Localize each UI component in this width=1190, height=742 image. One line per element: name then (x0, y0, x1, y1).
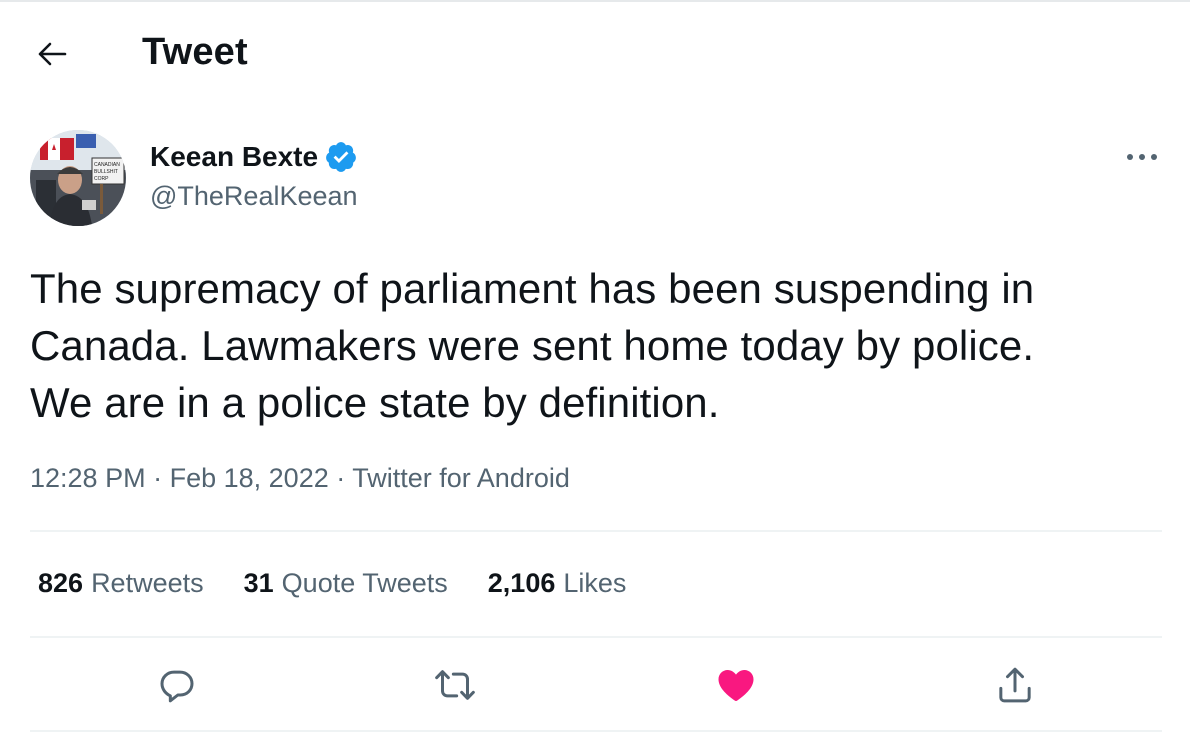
tweet-time[interactable]: 12:28 PM (30, 463, 146, 493)
share-icon (999, 667, 1031, 703)
avatar[interactable]: CANADIAN BULLSHIT CORP (30, 130, 126, 226)
header: Tweet (0, 0, 1190, 108)
avatar-sign-line-3: CORP (94, 176, 109, 182)
quote-tweets-label: Quote Tweets (281, 568, 448, 598)
quote-tweets-stat[interactable]: 31 Quote Tweets (244, 568, 448, 599)
avatar-image: CANADIAN BULLSHIT CORP (30, 130, 126, 226)
page-title: Tweet (142, 31, 248, 73)
back-arrow-icon (38, 42, 67, 66)
more-dots-icon (1127, 154, 1157, 160)
retweets-label: Retweets (91, 568, 204, 598)
tweet-metadata: 12:28 PM · Feb 18, 2022 · Twitter for An… (30, 463, 570, 494)
reply-icon (160, 670, 194, 703)
like-button[interactable] (713, 662, 759, 708)
divider (30, 530, 1162, 532)
reply-button[interactable] (154, 662, 200, 708)
tweet-text: The supremacy of parliament has been sus… (30, 260, 1160, 431)
retweet-icon (435, 670, 475, 700)
meta-separator: · (336, 463, 353, 493)
meta-separator: · (153, 463, 170, 493)
divider (30, 730, 1162, 732)
tweet-text-line-2: Canada. Lawmakers were sent home today b… (30, 322, 1035, 369)
divider (30, 636, 1162, 638)
tweet-page: Tweet CANADIAN BULLSHIT CORP Keean Bexte (0, 0, 1190, 742)
retweets-count: 826 (38, 568, 84, 598)
author-name-text: Keean Bexte (150, 141, 319, 172)
tweet-date[interactable]: Feb 18, 2022 (170, 463, 329, 493)
likes-count: 2,106 (487, 568, 556, 598)
avatar-sign-line-1: CANADIAN (94, 162, 120, 168)
likes-label: Likes (563, 568, 627, 598)
back-button[interactable] (32, 36, 72, 72)
share-button[interactable] (992, 662, 1038, 708)
tweet-text-line-1: The supremacy of parliament has been sus… (30, 265, 1035, 312)
author-name[interactable]: Keean Bexte (150, 140, 358, 174)
engagement-stats: 826 Retweets 31 Quote Tweets 2,106 Likes (38, 568, 666, 599)
likes-stat[interactable]: 2,106 Likes (488, 568, 627, 599)
quote-tweets-count: 31 (243, 568, 274, 598)
retweets-stat[interactable]: 826 Retweets (38, 568, 204, 599)
avatar-sign-line-2: BULLSHIT (94, 169, 118, 175)
more-options-button[interactable] (1122, 140, 1162, 174)
author-handle[interactable]: @TheRealKeean (150, 181, 358, 212)
tweet-text-line-3: We are in a police state by definition. (30, 379, 720, 426)
tweet-source[interactable]: Twitter for Android (352, 463, 570, 493)
retweet-button[interactable] (432, 662, 478, 708)
heart-icon (718, 670, 754, 701)
verified-badge-icon (326, 142, 356, 172)
